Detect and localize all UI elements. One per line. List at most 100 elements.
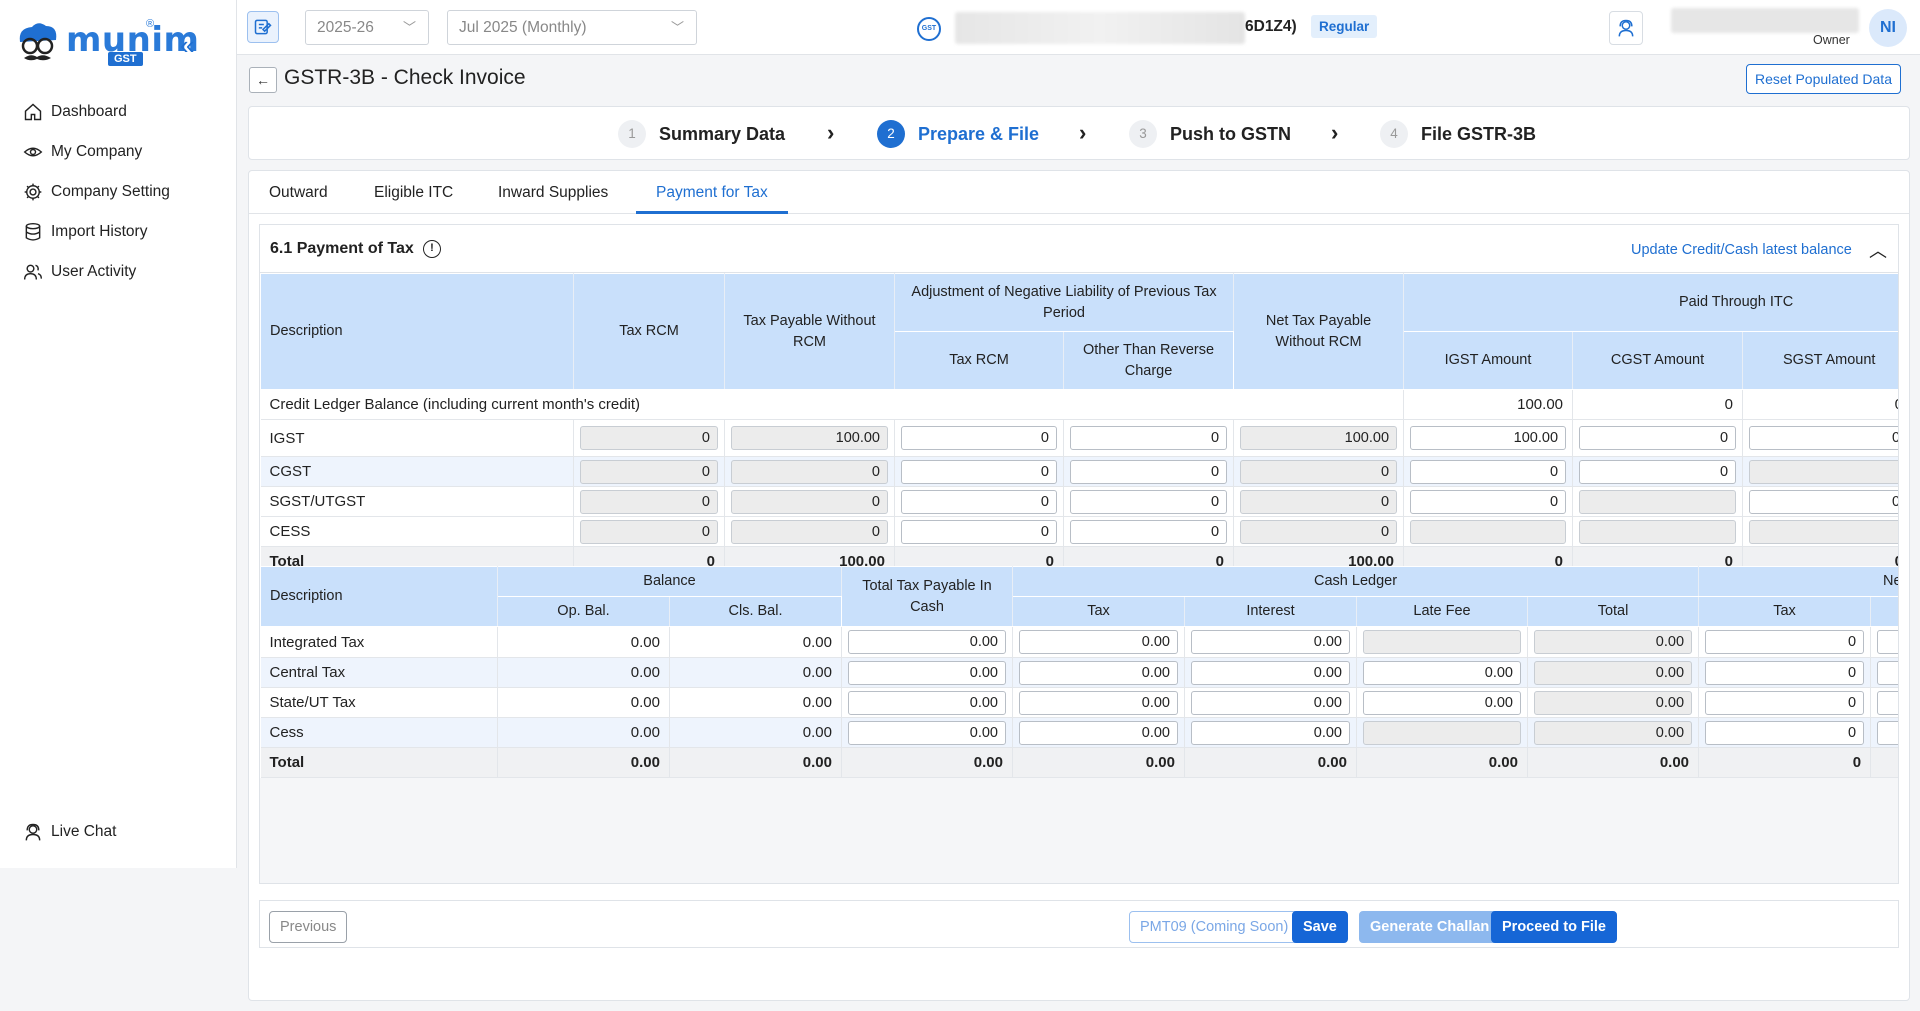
total-total: 0.00 — [1527, 747, 1700, 778]
step-summary-data[interactable]: 1 Summary Data — [618, 120, 785, 148]
update-balance-link[interactable]: Update Credit/Cash latest balance — [1631, 242, 1852, 258]
notes-button[interactable] — [247, 11, 279, 43]
tax-input[interactable]: 0.00 — [1019, 630, 1178, 654]
step-prepare-file[interactable]: 2 Prepare & File — [877, 120, 1039, 148]
chevron-up-icon[interactable]: ︿ — [1869, 237, 1887, 263]
total-ne-tax: 0 — [1698, 747, 1872, 778]
previous-button[interactable]: Previous — [269, 911, 348, 943]
collapse-sidebar-icon[interactable]: « — [180, 32, 194, 58]
avatar[interactable]: NI — [1869, 9, 1907, 47]
adj-other-input[interactable]: 0 — [1070, 489, 1228, 514]
logo-registered: ® — [146, 18, 155, 30]
late-fee-input[interactable]: 0.00 — [1363, 690, 1521, 715]
sidebar-item-label: User Activity — [51, 263, 137, 280]
igst-input[interactable]: 0 — [1410, 459, 1567, 484]
cash-payable-input[interactable]: 0.00 — [848, 630, 1006, 654]
section-title: 6.1 Payment of Tax — [270, 240, 414, 257]
igst-input[interactable]: 100.00 — [1410, 426, 1567, 450]
pmt09-button[interactable]: PMT09 (Coming Soon) — [1129, 911, 1300, 943]
total-cash-payable: 0.00 — [841, 747, 1013, 778]
ne-tax-input[interactable]: 0 — [1705, 720, 1865, 745]
munim-logo[interactable]: munim ® GST — [12, 18, 199, 70]
total-label: Total — [260, 747, 498, 778]
tax-input[interactable]: 0.00 — [1019, 690, 1178, 715]
col-header-empty — [1870, 596, 1898, 627]
proceed-to-file-button[interactable]: Proceed to File — [1491, 911, 1617, 943]
step-number: 4 — [1380, 120, 1408, 148]
sidebar-item-company-setting[interactable]: Company Setting — [0, 172, 236, 212]
total-op-bal: 0.00 — [497, 747, 670, 778]
tax-input[interactable]: 0.00 — [1019, 720, 1178, 745]
interest-input[interactable]: 0.00 — [1191, 720, 1350, 745]
tab-eligible-itc[interactable]: Eligible ITC — [354, 171, 473, 214]
step-file-gstr3b[interactable]: 4 File GSTR-3B — [1380, 120, 1536, 148]
table-row: IGST 0 100.00 0 0 100.00 100.00 0 0 — [260, 419, 1898, 457]
ne-next-input[interactable] — [1877, 660, 1898, 685]
adj-other-input[interactable]: 0 — [1070, 426, 1228, 450]
late-fee-input[interactable]: 0.00 — [1363, 660, 1521, 685]
ne-next-input[interactable] — [1877, 720, 1898, 745]
tab-outward[interactable]: Outward — [249, 171, 348, 214]
total-interest: 0.00 — [1184, 747, 1357, 778]
database-icon — [25, 222, 41, 241]
col-header-cash-ledger: Cash Ledger — [1011, 566, 1700, 597]
financial-year-value: 2025-26 — [317, 19, 374, 36]
cgst-input[interactable]: 0 — [1579, 459, 1737, 484]
chevron-down-icon: ﹀ — [670, 20, 684, 35]
action-bar: Previous PMT09 (Coming Soon) Save Genera… — [259, 900, 1899, 948]
ne-next-input[interactable] — [1877, 630, 1898, 654]
support-button[interactable] — [1609, 11, 1643, 45]
tax-rcm-field: 0 — [580, 459, 718, 484]
tab-inward-supplies[interactable]: Inward Supplies — [478, 171, 628, 214]
cgst-input[interactable]: 0 — [1579, 426, 1737, 450]
ne-tax-input[interactable]: 0 — [1705, 660, 1865, 685]
financial-year-select[interactable]: 2025-26 ﹀ — [305, 10, 429, 45]
adj-tax-rcm-input[interactable]: 0 — [901, 519, 1057, 544]
save-button[interactable]: Save — [1292, 911, 1348, 943]
cash-payable-input[interactable]: 0.00 — [848, 660, 1006, 685]
total-late-fee: 0.00 — [1356, 747, 1528, 778]
chevron-right-icon: › — [1331, 120, 1339, 145]
ne-tax-input[interactable]: 0 — [1705, 630, 1865, 654]
top-bar: 2025-26 ﹀ Jul 2025 (Monthly) ﹀ GST 6D1Z4… — [237, 0, 1920, 55]
adj-tax-rcm-input[interactable]: 0 — [901, 426, 1057, 450]
col-header-description: Description — [260, 566, 498, 627]
step-label: Push to GSTN — [1170, 123, 1291, 144]
ne-next-input[interactable] — [1877, 690, 1898, 715]
live-chat-button[interactable]: Live Chat — [0, 812, 236, 852]
arrow-left-icon: ← — [256, 72, 270, 88]
info-icon[interactable]: ! — [423, 240, 441, 258]
adj-tax-rcm-input[interactable]: 0 — [901, 489, 1057, 514]
late-fee-disabled-field — [1363, 720, 1521, 745]
tax-input[interactable]: 0.00 — [1019, 660, 1178, 685]
table-row: Central Tax 0.00 0.00 0.00 0.00 0.00 0.0… — [260, 657, 1898, 688]
col-header-tax-rcm: Tax RCM — [573, 273, 725, 390]
sidebar-item-user-activity[interactable]: User Activity — [0, 252, 236, 292]
cgst-disabled-field — [1579, 489, 1737, 514]
sgst-input[interactable]: 0 — [1749, 489, 1898, 514]
tax-payable-field: 0 — [731, 489, 888, 514]
adj-other-input[interactable]: 0 — [1070, 459, 1228, 484]
payment-of-tax-section: 6.1 Payment of Tax ! Update Credit/Cash … — [259, 224, 1899, 884]
interest-input[interactable]: 0.00 — [1191, 660, 1350, 685]
ne-tax-input[interactable]: 0 — [1705, 690, 1865, 715]
sidebar-item-import-history[interactable]: Import History — [0, 212, 236, 252]
cash-payable-input[interactable]: 0.00 — [848, 720, 1006, 745]
generate-challan-button[interactable]: Generate Challan — [1359, 911, 1501, 943]
tab-payment-for-tax[interactable]: Payment for Tax — [636, 171, 788, 214]
step-push-to-gstn[interactable]: 3 Push to GSTN — [1129, 120, 1291, 148]
adj-tax-rcm-input[interactable]: 0 — [901, 459, 1057, 484]
interest-input[interactable]: 0.00 — [1191, 690, 1350, 715]
logo-gst-badge: GST — [108, 52, 143, 66]
back-button[interactable]: ← — [249, 67, 277, 93]
igst-input[interactable]: 0 — [1410, 489, 1567, 514]
reset-populated-data-button[interactable]: Reset Populated Data — [1746, 64, 1901, 94]
cash-payable-input[interactable]: 0.00 — [848, 690, 1006, 715]
return-period-select[interactable]: Jul 2025 (Monthly) ﹀ — [447, 10, 697, 45]
adj-other-input[interactable]: 0 — [1070, 519, 1228, 544]
sidebar-item-my-company[interactable]: My Company — [0, 132, 236, 172]
sgst-input[interactable]: 0 — [1749, 426, 1898, 450]
sidebar-item-dashboard[interactable]: Dashboard — [0, 92, 236, 132]
interest-input[interactable]: 0.00 — [1191, 630, 1350, 654]
tax-rcm-field: 0 — [580, 519, 718, 544]
